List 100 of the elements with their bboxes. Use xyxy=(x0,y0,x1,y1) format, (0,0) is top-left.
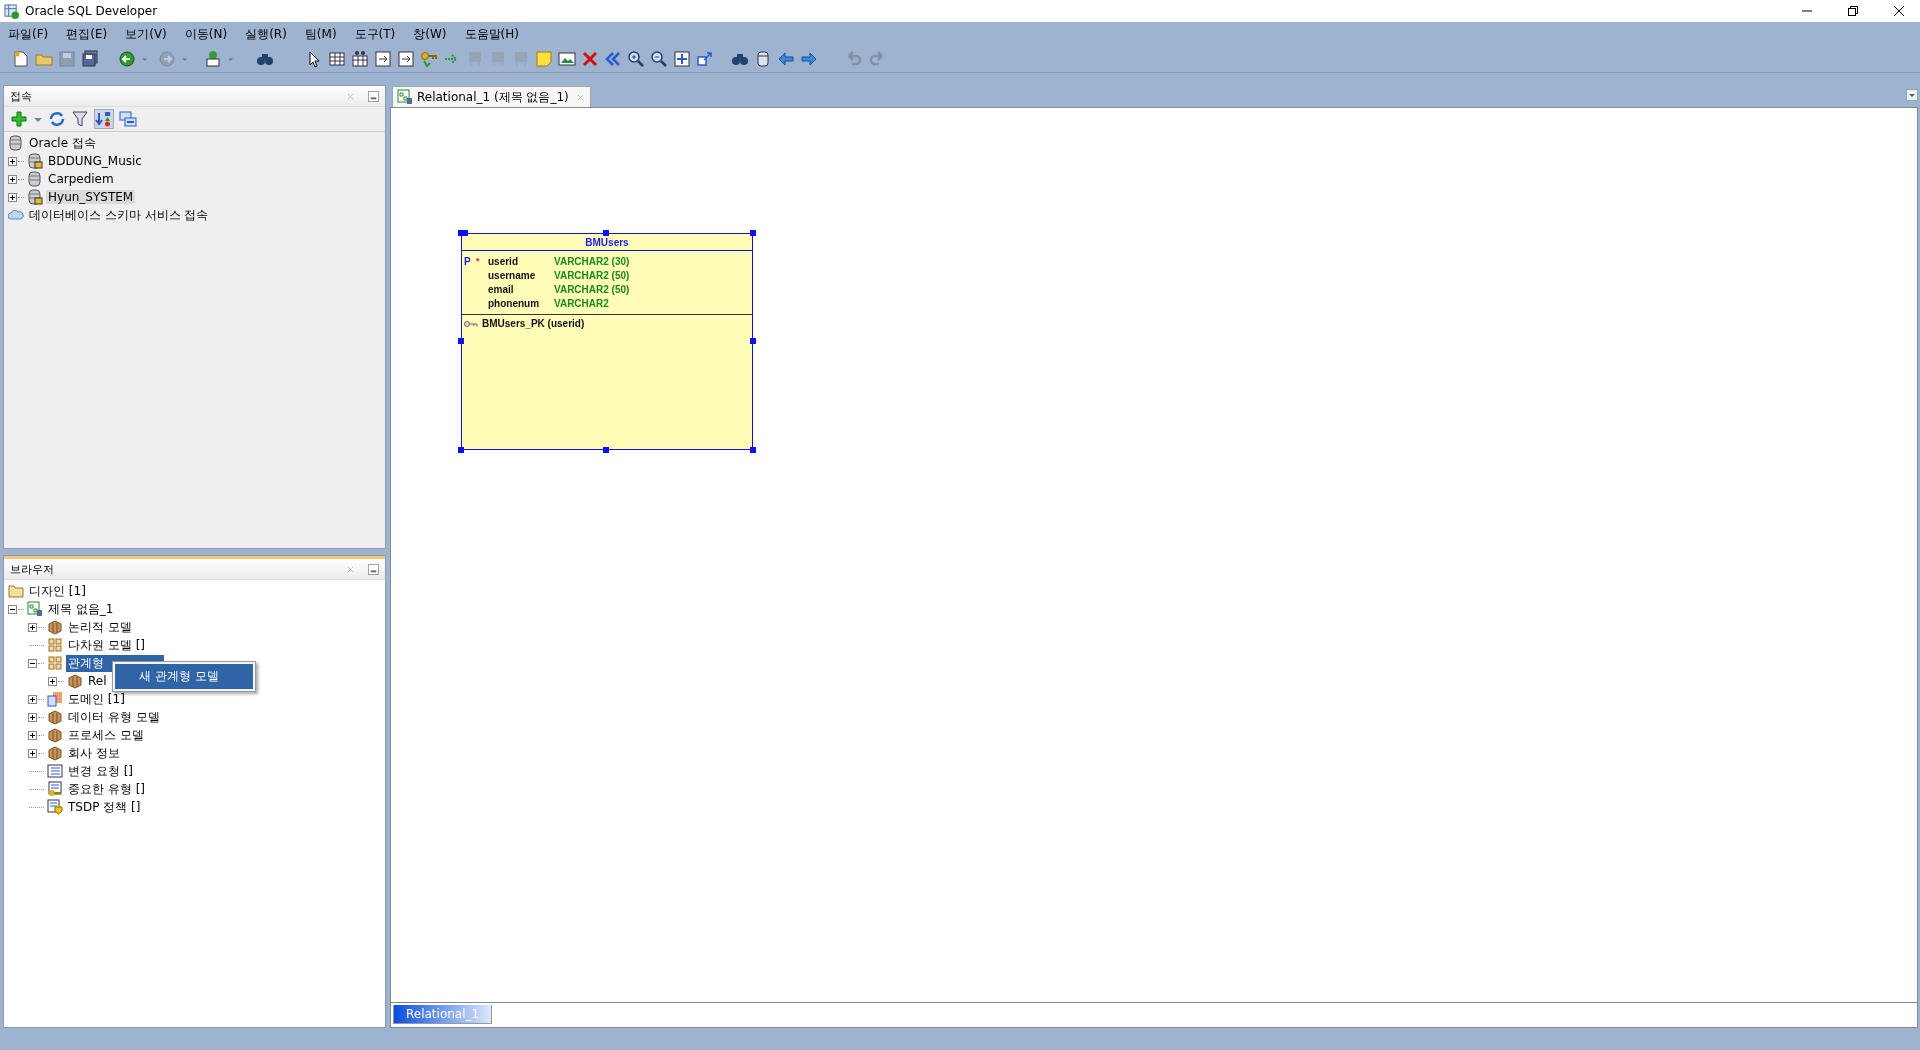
list-icon xyxy=(47,763,63,779)
menu-item[interactable]: 창(W) xyxy=(411,24,449,44)
resize-handle[interactable] xyxy=(750,447,756,453)
delete-icon[interactable] xyxy=(581,50,599,68)
tree-item[interactable]: 제목 없음_1 xyxy=(46,600,116,618)
minimize-icon[interactable] xyxy=(368,90,379,102)
tree-item[interactable]: Rel xyxy=(86,674,109,688)
sql-worksheet-icon[interactable] xyxy=(204,50,222,68)
resize-handle[interactable] xyxy=(750,230,756,236)
filter-icon[interactable] xyxy=(71,110,89,128)
menu-item[interactable]: 새 관계형 모델 xyxy=(115,664,253,689)
expander-icon[interactable] xyxy=(28,622,37,632)
expander-icon[interactable] xyxy=(8,192,17,202)
right-arrow-icon[interactable] xyxy=(800,50,818,68)
cube-icon xyxy=(47,745,63,761)
save-all-icon[interactable] xyxy=(81,50,99,68)
cloud-icon xyxy=(8,207,24,223)
shield-document-icon xyxy=(47,799,63,815)
expander-icon[interactable] xyxy=(28,712,37,722)
menu-item[interactable]: 실행(R) xyxy=(243,24,289,44)
cube-icon xyxy=(47,619,63,635)
table-entity[interactable]: BMUsers P * userid VARCHAR2 (30) username VARCHAR2 (50) email VARCHAR2 (50) phonenum VARCHAR2 BMUsers_PK (userid) xyxy=(461,233,753,450)
window-title: Oracle SQL Developer xyxy=(25,4,158,18)
table-icon[interactable] xyxy=(328,50,346,68)
app-icon xyxy=(4,3,19,19)
column-name: email xyxy=(488,283,515,295)
tree-item[interactable]: 다차원 모델 [] xyxy=(66,636,147,654)
tree-item[interactable]: 데이터베이스 스키마 서비스 접속 xyxy=(27,206,211,224)
menu-item[interactable]: 도움말(H) xyxy=(462,24,521,44)
column-type: VARCHAR2 (30) xyxy=(554,255,630,267)
back-icon[interactable] xyxy=(118,50,136,68)
schema-icon[interactable] xyxy=(94,109,114,129)
design-icon xyxy=(397,89,413,105)
resize-icon[interactable] xyxy=(696,50,714,68)
expander-icon[interactable] xyxy=(28,658,37,668)
tree-item[interactable]: Carpediem xyxy=(46,172,116,186)
cube-icon xyxy=(47,709,63,725)
tree-item[interactable]: Oracle 접속 xyxy=(27,134,98,152)
expander-icon[interactable] xyxy=(8,174,17,184)
cube-icon xyxy=(47,727,63,743)
expander-icon[interactable] xyxy=(28,694,37,704)
resize-handle[interactable] xyxy=(458,338,464,344)
resize-handle[interactable] xyxy=(603,230,609,236)
tree-item[interactable]: 회사 정보 xyxy=(66,744,122,762)
menu-item[interactable]: 보기(V) xyxy=(123,24,169,44)
image-icon[interactable] xyxy=(558,50,576,68)
panel-title: 브라우저 xyxy=(10,561,54,577)
close-icon[interactable] xyxy=(1894,6,1904,16)
grid-icon xyxy=(47,655,63,671)
view-icon[interactable] xyxy=(351,50,369,68)
expander-icon[interactable] xyxy=(8,604,17,614)
chevrons-icon[interactable] xyxy=(604,50,622,68)
tree-item[interactable]: TSDP 정책 [] xyxy=(66,798,143,816)
menu-item[interactable]: 파일(F) xyxy=(6,24,51,44)
tree-item[interactable]: 도메인 [1] xyxy=(66,690,127,708)
expander-icon[interactable] xyxy=(28,748,37,758)
expander-icon[interactable] xyxy=(8,156,17,166)
menu-item[interactable]: 도구(T) xyxy=(352,24,398,44)
tree-item[interactable]: 데이터 유형 모델 xyxy=(66,708,162,726)
tree-item[interactable]: 변경 요청 [] xyxy=(66,762,135,780)
key-icon xyxy=(464,319,478,328)
domain-icon xyxy=(47,691,63,707)
resize-handle[interactable] xyxy=(458,230,468,236)
tree-item[interactable]: 프로세스 모델 xyxy=(66,726,146,744)
tree-item[interactable]: 디자인 [1] xyxy=(27,582,88,600)
refresh-icon[interactable] xyxy=(48,110,66,128)
column-type: VARCHAR2 (50) xyxy=(554,269,630,281)
menu-item[interactable]: 이동(N) xyxy=(182,24,230,44)
fit-icon[interactable] xyxy=(673,50,691,68)
zoom-in-icon[interactable] xyxy=(627,50,645,68)
menu-item[interactable]: 팀(M) xyxy=(302,24,339,44)
tree-item[interactable]: 논리적 모델 xyxy=(66,618,134,636)
left-arrow-icon[interactable] xyxy=(777,50,795,68)
database-icon xyxy=(8,135,24,151)
database-connection-icon xyxy=(27,153,43,169)
design-icon xyxy=(27,601,43,617)
database-icon[interactable] xyxy=(754,50,772,68)
column-name: username xyxy=(488,269,537,281)
resize-handle[interactable] xyxy=(458,447,464,453)
dropdown-icon[interactable] xyxy=(1906,89,1918,101)
tree-item[interactable]: BDDUNG_Music xyxy=(46,154,144,168)
primary-key-label: P xyxy=(464,255,471,267)
collapse-icon[interactable] xyxy=(119,110,137,128)
new-file-icon[interactable] xyxy=(12,50,30,68)
resize-handle[interactable] xyxy=(603,447,609,453)
restore-icon[interactable] xyxy=(1848,6,1858,16)
column-name: userid xyxy=(488,255,519,267)
add-icon[interactable] xyxy=(10,110,28,128)
tree-item[interactable]: 중요한 유형 [] xyxy=(66,780,147,798)
menu-item[interactable]: 편집(E) xyxy=(64,24,110,44)
panel-title: 접속 xyxy=(10,88,32,104)
expander-icon[interactable] xyxy=(28,730,37,740)
tree-item[interactable]: Hyun_SYSTEM xyxy=(46,190,136,204)
minimize-icon[interactable] xyxy=(368,563,379,575)
key-icon[interactable] xyxy=(420,50,438,68)
database-connection-icon xyxy=(27,189,43,205)
zoom-out-icon[interactable] xyxy=(650,50,668,68)
editor-tab[interactable]: Relational_1 (제목 없음_1) xyxy=(392,86,591,107)
resize-handle[interactable] xyxy=(750,338,756,344)
expander-icon[interactable] xyxy=(48,676,57,686)
